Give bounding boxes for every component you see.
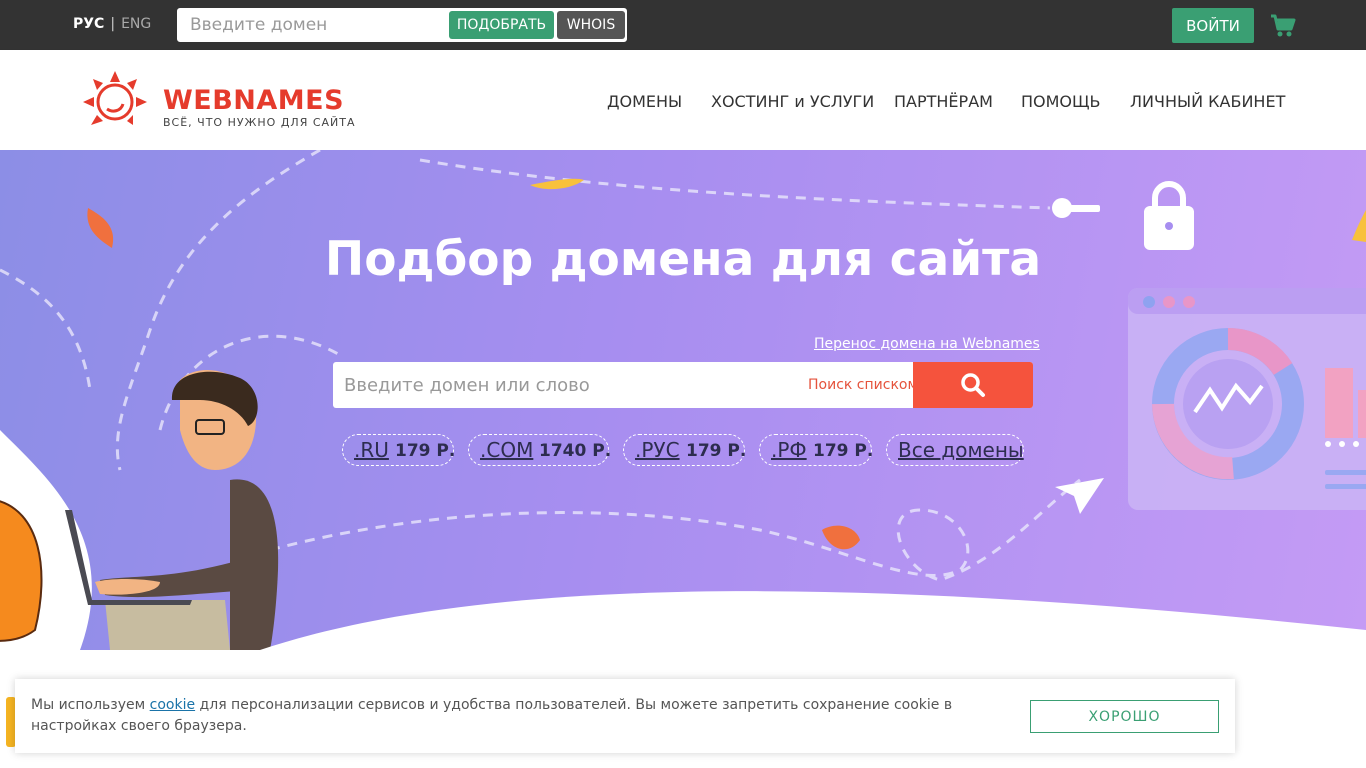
- logo-tagline: ВСЁ, ЧТО НУЖНО ДЛЯ САЙТА: [163, 116, 356, 129]
- top-domain-input[interactable]: [179, 10, 449, 40]
- tld-rf-pill[interactable]: .РФ 179 Р.: [759, 434, 874, 466]
- search-icon: [961, 373, 985, 397]
- tld-ru-name: .RU: [354, 438, 389, 462]
- cookie-text: Мы используем cookie для персонализации …: [31, 695, 1031, 737]
- lang-separator: |: [110, 16, 116, 32]
- top-bar: РУС | ENG ПОДОБРАТЬ WHOIS ВОЙТИ: [0, 0, 1366, 50]
- sun-logo-icon: [83, 71, 147, 125]
- hero-title: Подбор домена для сайта: [324, 232, 1042, 287]
- lang-ru-link[interactable]: РУС: [73, 16, 104, 32]
- tld-rus-name: .РУС: [635, 438, 680, 462]
- tld-com-price: 1740 Р.: [539, 441, 612, 461]
- tld-rf-price: 179 Р.: [813, 441, 874, 461]
- tld-ru-pill[interactable]: .RU 179 Р.: [342, 434, 456, 466]
- tld-ru-price: 179 Р.: [395, 441, 456, 461]
- cookie-link[interactable]: cookie: [150, 697, 195, 713]
- transfer-domain-link[interactable]: Перенос домена на Webnames: [814, 336, 1040, 352]
- cookie-banner: Мы используем cookie для персонализации …: [15, 679, 1235, 753]
- top-domain-search: ПОДОБРАТЬ WHOIS: [177, 8, 627, 42]
- tld-com-name: .COM: [480, 438, 534, 462]
- all-domains-link: Все домены: [898, 438, 1024, 462]
- person-laptop-illustration: [0, 370, 279, 650]
- nav-account[interactable]: ЛИЧНЫЙ КАБИНЕТ: [1130, 92, 1285, 111]
- nav-hosting[interactable]: ХОСТИНГ и УСЛУГИ: [711, 92, 874, 111]
- logo[interactable]: WEBNAMES ВСЁ, ЧТО НУЖНО ДЛЯ САЙТА: [73, 69, 373, 135]
- hero-bottom-wave: [260, 591, 1366, 650]
- nav-domains[interactable]: ДОМЕНЫ: [607, 92, 682, 111]
- main-domain-input[interactable]: [333, 362, 793, 408]
- all-domains-pill[interactable]: Все домены: [886, 434, 1024, 466]
- key-icon: [1052, 198, 1100, 218]
- whois-button[interactable]: WHOIS: [557, 11, 625, 39]
- dashboard-illustration: [1128, 288, 1366, 510]
- logo-name: WEBNAMES: [163, 85, 345, 116]
- search-button[interactable]: [913, 362, 1033, 408]
- cart-icon[interactable]: [1270, 14, 1296, 38]
- tld-rus-pill[interactable]: .РУС 179 Р.: [623, 434, 747, 466]
- pick-domain-button[interactable]: ПОДОБРАТЬ: [449, 11, 554, 39]
- cookie-text-before: Мы используем: [31, 697, 150, 713]
- language-switcher: РУС | ENG: [73, 16, 151, 32]
- nav-help[interactable]: ПОМОЩЬ: [1021, 92, 1101, 111]
- site-header: WEBNAMES ВСЁ, ЧТО НУЖНО ДЛЯ САЙТА ДОМЕНЫ…: [0, 50, 1366, 150]
- tld-rus-price: 179 Р.: [686, 441, 747, 461]
- hero-section: Подбор домена для сайта Перенос домена н…: [0, 150, 1366, 650]
- nav-partners[interactable]: ПАРТНЁРАМ: [894, 92, 993, 111]
- list-search-link[interactable]: Поиск списком: [808, 377, 918, 393]
- main-domain-search: Поиск списком: [333, 362, 1033, 408]
- tld-rf-name: .РФ: [771, 438, 807, 462]
- tld-com-pill[interactable]: .COM 1740 Р.: [468, 434, 612, 466]
- login-button[interactable]: ВОЙТИ: [1172, 8, 1254, 43]
- cookie-ok-button[interactable]: ХОРОШО: [1030, 700, 1219, 733]
- lang-en-link[interactable]: ENG: [121, 16, 151, 32]
